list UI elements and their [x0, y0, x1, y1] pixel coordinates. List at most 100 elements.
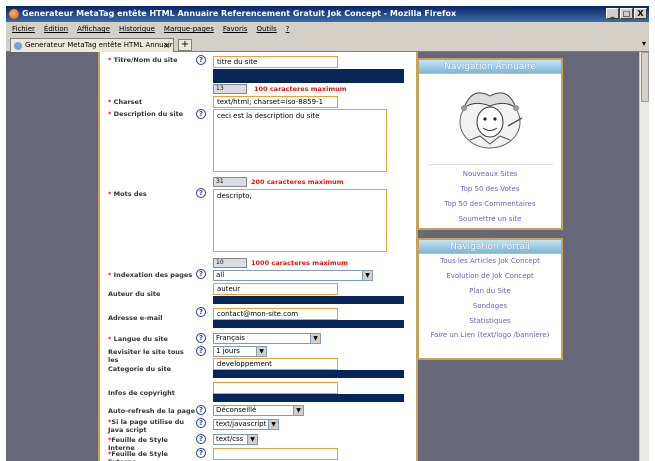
- description-counter: 31: [213, 177, 247, 187]
- help-icon[interactable]: ?: [196, 188, 206, 198]
- chevron-down-icon: ▼: [256, 347, 266, 356]
- keywords-textarea[interactable]: descripto,: [213, 189, 387, 252]
- chevron-down-icon: ▼: [247, 435, 257, 444]
- language-select[interactable]: Français ▼: [213, 333, 321, 344]
- css-external-input[interactable]: [213, 448, 338, 460]
- link-nouveaux-sites[interactable]: Nouveaux Sites: [419, 167, 561, 182]
- category-bar-strip: [213, 370, 404, 378]
- link-evolution[interactable]: Evolution de Jok Concept: [419, 269, 561, 284]
- page-favicon-icon: [14, 42, 22, 50]
- help-icon[interactable]: ?: [196, 55, 206, 65]
- menu-affichage[interactable]: Affichage: [77, 25, 110, 33]
- email-label: Adresse e-mail: [108, 314, 163, 322]
- help-icon[interactable]: ?: [196, 418, 206, 428]
- revisit-label: Revisiter le site tous les: [108, 348, 184, 364]
- browser-window: Generateur MetaTag entête HTML Annuaire …: [0, 0, 655, 461]
- nav-annuaire-title: Navigation Annuaire: [419, 60, 561, 74]
- window-title: Generateur MetaTag entête HTML Annuaire …: [22, 9, 457, 18]
- help-icon[interactable]: ?: [196, 434, 206, 444]
- scrollbar-thumb[interactable]: [641, 52, 649, 102]
- tab-list-chevron-icon[interactable]: ▾: [642, 39, 646, 48]
- copyright-bar-strip: [213, 394, 404, 402]
- css-internal-select[interactable]: text/css ▼: [213, 434, 258, 445]
- title-counter: 13: [213, 84, 247, 94]
- description-textarea[interactable]: ceci est la description du site: [213, 109, 387, 172]
- help-icon[interactable]: ?: [196, 109, 206, 119]
- chevron-down-icon: ▼: [362, 271, 372, 280]
- keywords-max-text: 1000 caracteres maximum: [251, 259, 349, 267]
- firefox-icon: [9, 9, 19, 19]
- css-external-label: *Feuille de Style Externe: [108, 450, 168, 461]
- description-max-text: 200 caracteres maximum: [251, 178, 344, 186]
- author-bar-strip: [213, 296, 404, 304]
- menu-help[interactable]: ?: [286, 25, 290, 33]
- menu-edition[interactable]: Édition: [44, 25, 68, 33]
- link-plan-site[interactable]: Plan du Site: [419, 284, 561, 299]
- javascript-label: *Si la page utilise du Java script: [108, 418, 185, 434]
- link-faire-un-lien[interactable]: Faire un Lien (text/logo /banniere): [419, 329, 561, 340]
- link-tous-articles[interactable]: Tous les Articles Jok Concept: [419, 254, 561, 269]
- tab-generateur[interactable]: Generateur MetaTag entête HTML Annuaire …: [10, 38, 174, 52]
- copyright-label: Infos de copyright: [108, 389, 175, 397]
- indexation-label: * Indexation des pages: [108, 271, 193, 279]
- menu-bar: Fichier Édition Affichage Historique Mar…: [6, 22, 649, 36]
- divider: [427, 164, 553, 165]
- category-input[interactable]: developpement: [213, 358, 338, 370]
- menu-outils[interactable]: Outils: [256, 25, 276, 33]
- tab-close-icon[interactable]: ×: [163, 39, 170, 52]
- link-sondages[interactable]: Sondages: [419, 299, 561, 314]
- nav-portail-panel: Navigation Portail Tous les Articles Jok…: [417, 238, 563, 360]
- chevron-down-icon: ▼: [268, 420, 278, 429]
- new-tab-button[interactable]: +: [178, 39, 192, 51]
- link-soumettre-site[interactable]: Soumettre un site: [419, 212, 561, 227]
- author-input[interactable]: auteur: [213, 283, 338, 295]
- help-icon[interactable]: ?: [196, 269, 206, 279]
- tab-bar: Generateur MetaTag entête HTML Annuaire …: [6, 36, 649, 52]
- close-button[interactable]: X: [634, 8, 647, 19]
- charset-label: * Charset: [108, 98, 143, 106]
- menu-marque-pages[interactable]: Marque-pages: [164, 25, 214, 33]
- vertical-scrollbar[interactable]: [639, 52, 649, 461]
- javascript-select[interactable]: text/javascript ▼: [213, 419, 279, 430]
- category-label: Categorie du site: [108, 365, 172, 373]
- tab-label: Generateur MetaTag entête HTML Annuaire …: [25, 41, 174, 49]
- link-statistiques[interactable]: Statistiques: [419, 314, 561, 329]
- help-icon[interactable]: ?: [196, 405, 206, 415]
- title-bar: Generateur MetaTag entête HTML Annuaire …: [6, 6, 649, 22]
- refresh-select[interactable]: Déconseillé ▼: [213, 405, 304, 416]
- charset-input[interactable]: text/html; charset=iso-8859-1: [213, 96, 338, 108]
- chevron-down-icon: ▼: [293, 406, 303, 415]
- menu-favoris[interactable]: Favoris: [223, 25, 248, 33]
- nav-portail-title: Navigation Portail: [419, 240, 561, 254]
- keywords-counter: 10: [213, 258, 247, 268]
- nav-annuaire-panel: Navigation Annuaire Nouveaux Sites Top 5…: [417, 58, 563, 238]
- email-input[interactable]: contact@mon-site.com: [213, 308, 338, 320]
- minimize-button[interactable]: _: [606, 8, 619, 19]
- help-icon[interactable]: ?: [196, 448, 206, 458]
- chevron-down-icon: ▼: [310, 334, 320, 343]
- metatag-form: * Titre/Nom du site ? titre du site 13 1…: [98, 52, 418, 461]
- email-bar-strip: [213, 320, 404, 328]
- indexation-select[interactable]: all ▼: [213, 270, 373, 281]
- keywords-label: * Mots des: [108, 190, 147, 198]
- title-label: * Titre/Nom du site: [108, 56, 178, 64]
- revisit-select[interactable]: 1 jours ▼: [213, 346, 267, 357]
- description-label: * Description du site: [108, 110, 184, 118]
- help-icon[interactable]: ?: [196, 346, 206, 356]
- language-label: * Langue du site: [108, 335, 168, 343]
- title-input[interactable]: titre du site: [213, 56, 338, 68]
- menu-fichier[interactable]: Fichier: [12, 25, 35, 33]
- title-max-text: 100 caracteres maximum: [254, 85, 347, 93]
- refresh-label: Auto-refresh de la page: [108, 407, 196, 415]
- page-viewport: * Titre/Nom du site ? titre du site 13 1…: [6, 52, 639, 461]
- title-bar-strip: [213, 69, 404, 83]
- help-icon[interactable]: ?: [196, 307, 206, 317]
- author-label: Auteur du site: [108, 290, 161, 298]
- menu-historique[interactable]: Historique: [119, 25, 155, 33]
- help-icon[interactable]: ?: [196, 333, 206, 343]
- link-top50-commentaires[interactable]: Top 50 des Commentaires: [419, 197, 561, 212]
- jester-mascot-image: [459, 92, 523, 149]
- link-top50-votes[interactable]: Top 50 des Votes: [419, 182, 561, 197]
- copyright-input[interactable]: [213, 382, 338, 394]
- maximize-button[interactable]: □: [620, 8, 633, 19]
